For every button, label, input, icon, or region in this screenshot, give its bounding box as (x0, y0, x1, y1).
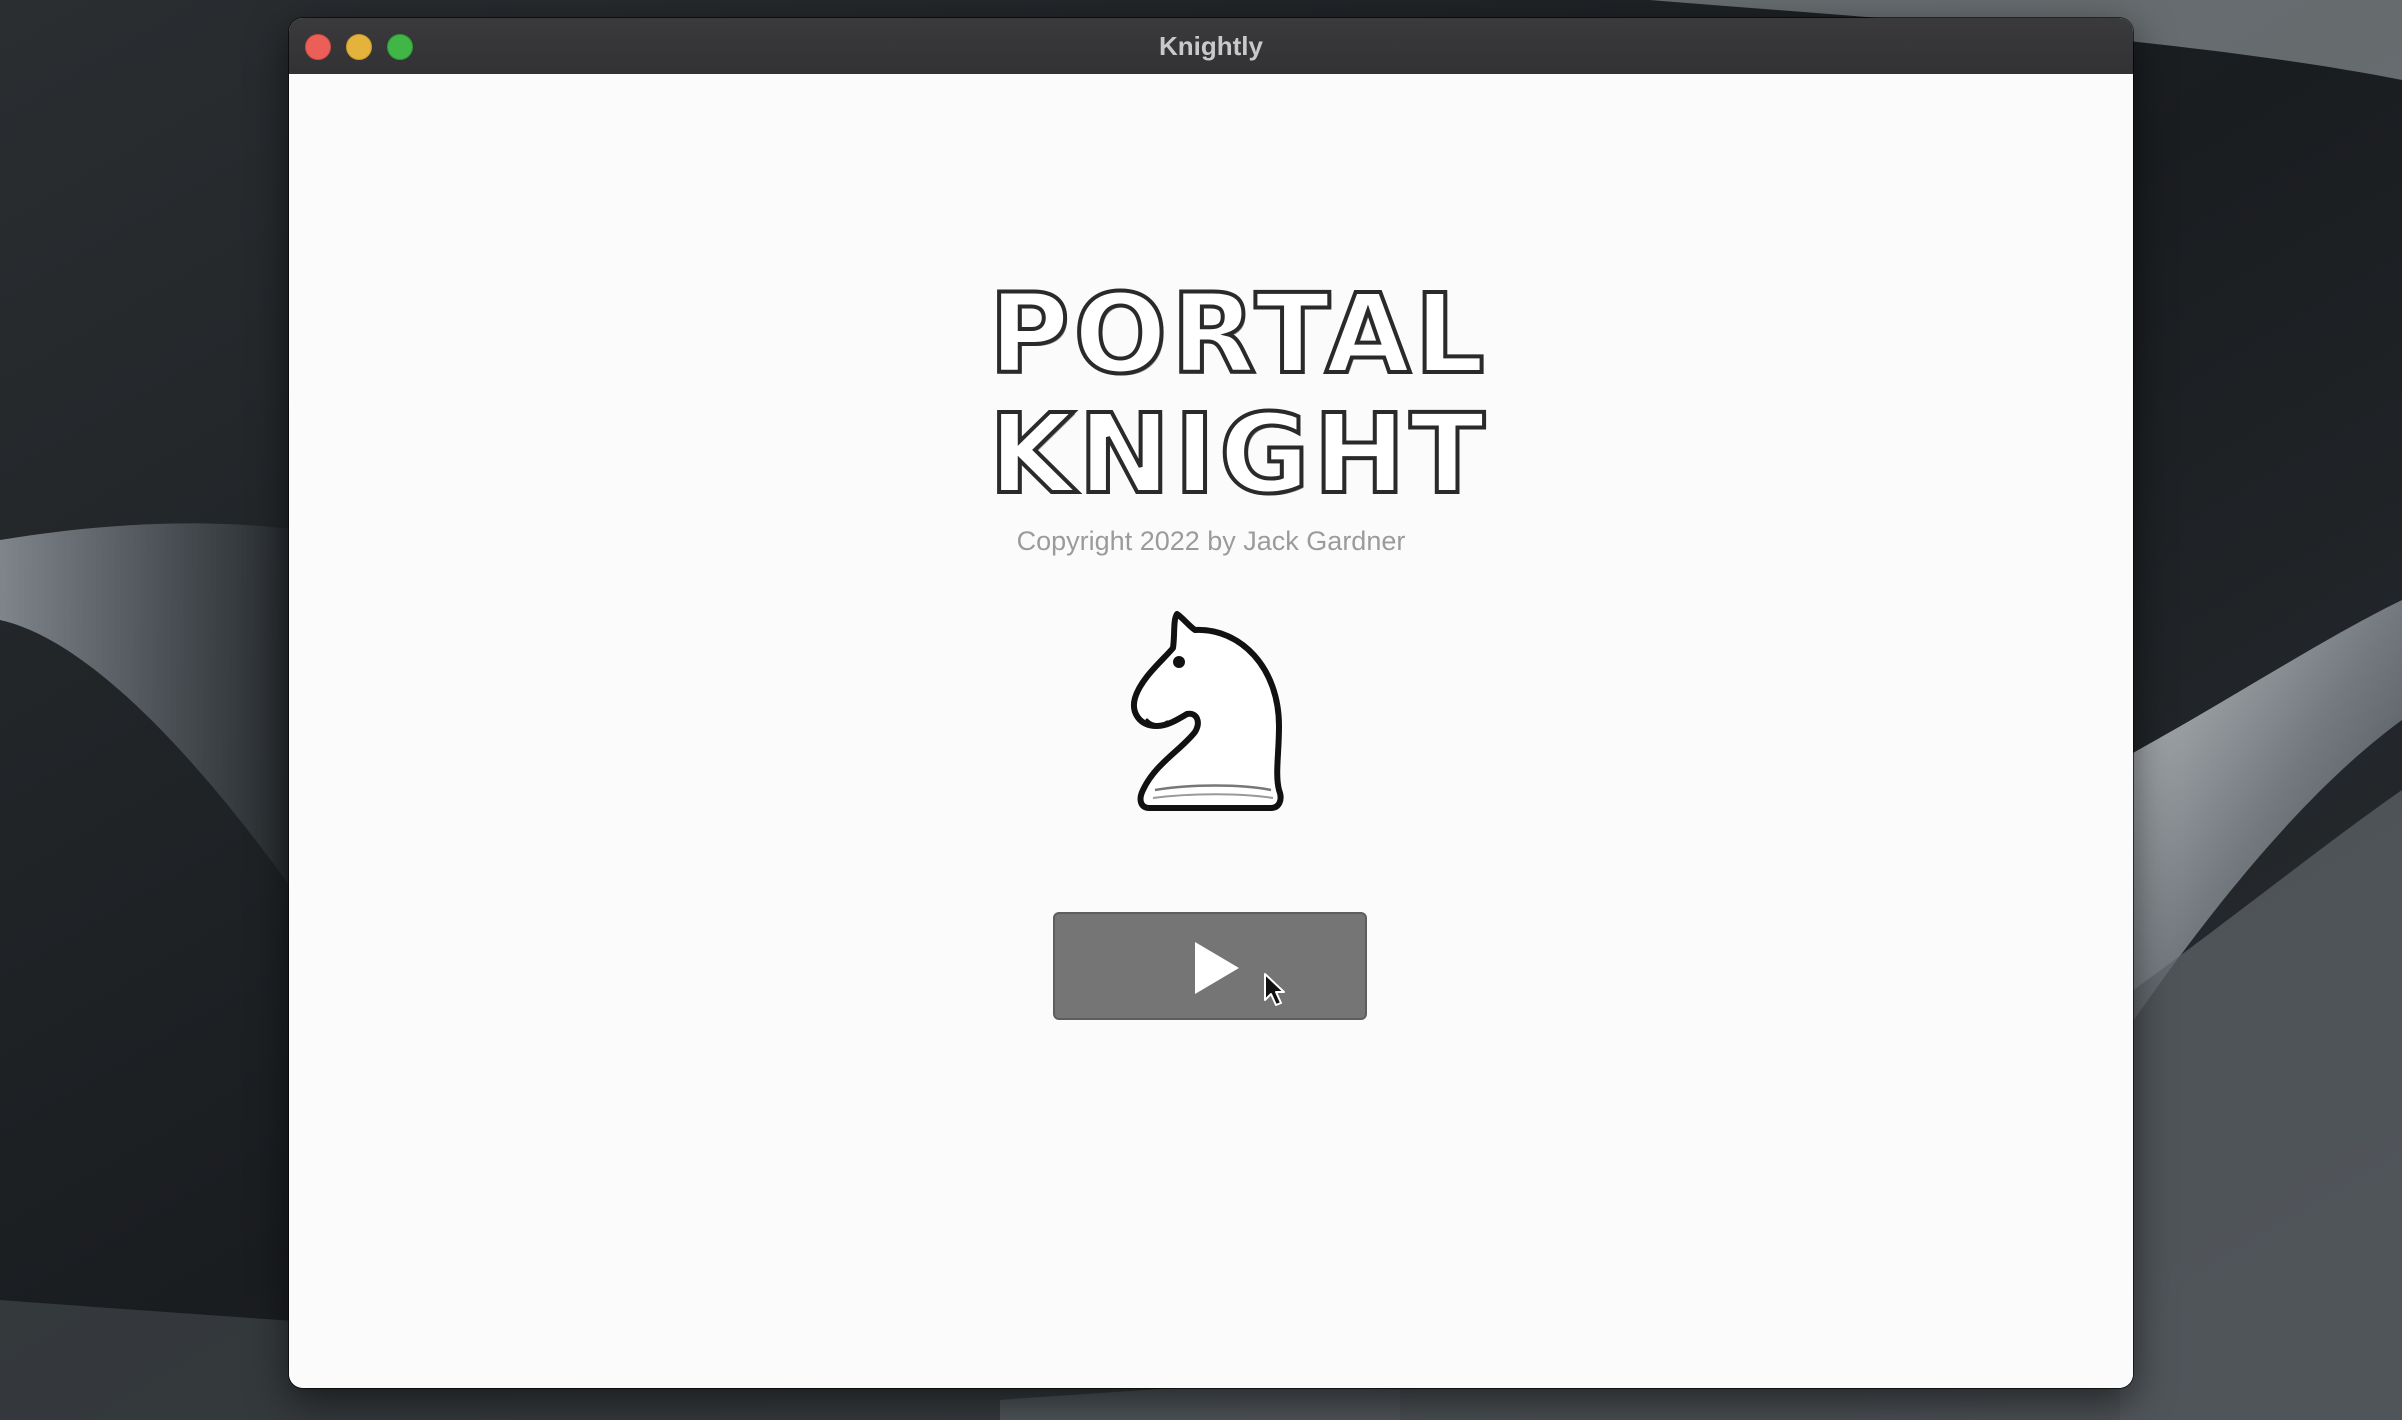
game-logo: PORTAL KNIGHT (987, 270, 1489, 518)
copyright-text: Copyright 2022 by Jack Gardner (1016, 526, 1406, 556)
chess-knight-icon (1131, 611, 1284, 811)
logo-line-knight: KNIGHT (987, 390, 1489, 518)
window-title: Knightly (1159, 31, 1263, 61)
window-titlebar[interactable]: Knightly (289, 18, 2133, 75)
play-icon (1195, 942, 1239, 994)
logo-line-portal: PORTAL (987, 270, 1489, 398)
play-button[interactable] (1053, 912, 1367, 1020)
game-title-screen: PORTAL KNIGHT Copyright 2022 by Jack Gar… (289, 74, 2133, 1388)
app-window: Knightly PORTAL KNIGHT Copyright 2022 by… (289, 18, 2133, 1388)
mouse-cursor-icon (1264, 973, 1285, 1006)
